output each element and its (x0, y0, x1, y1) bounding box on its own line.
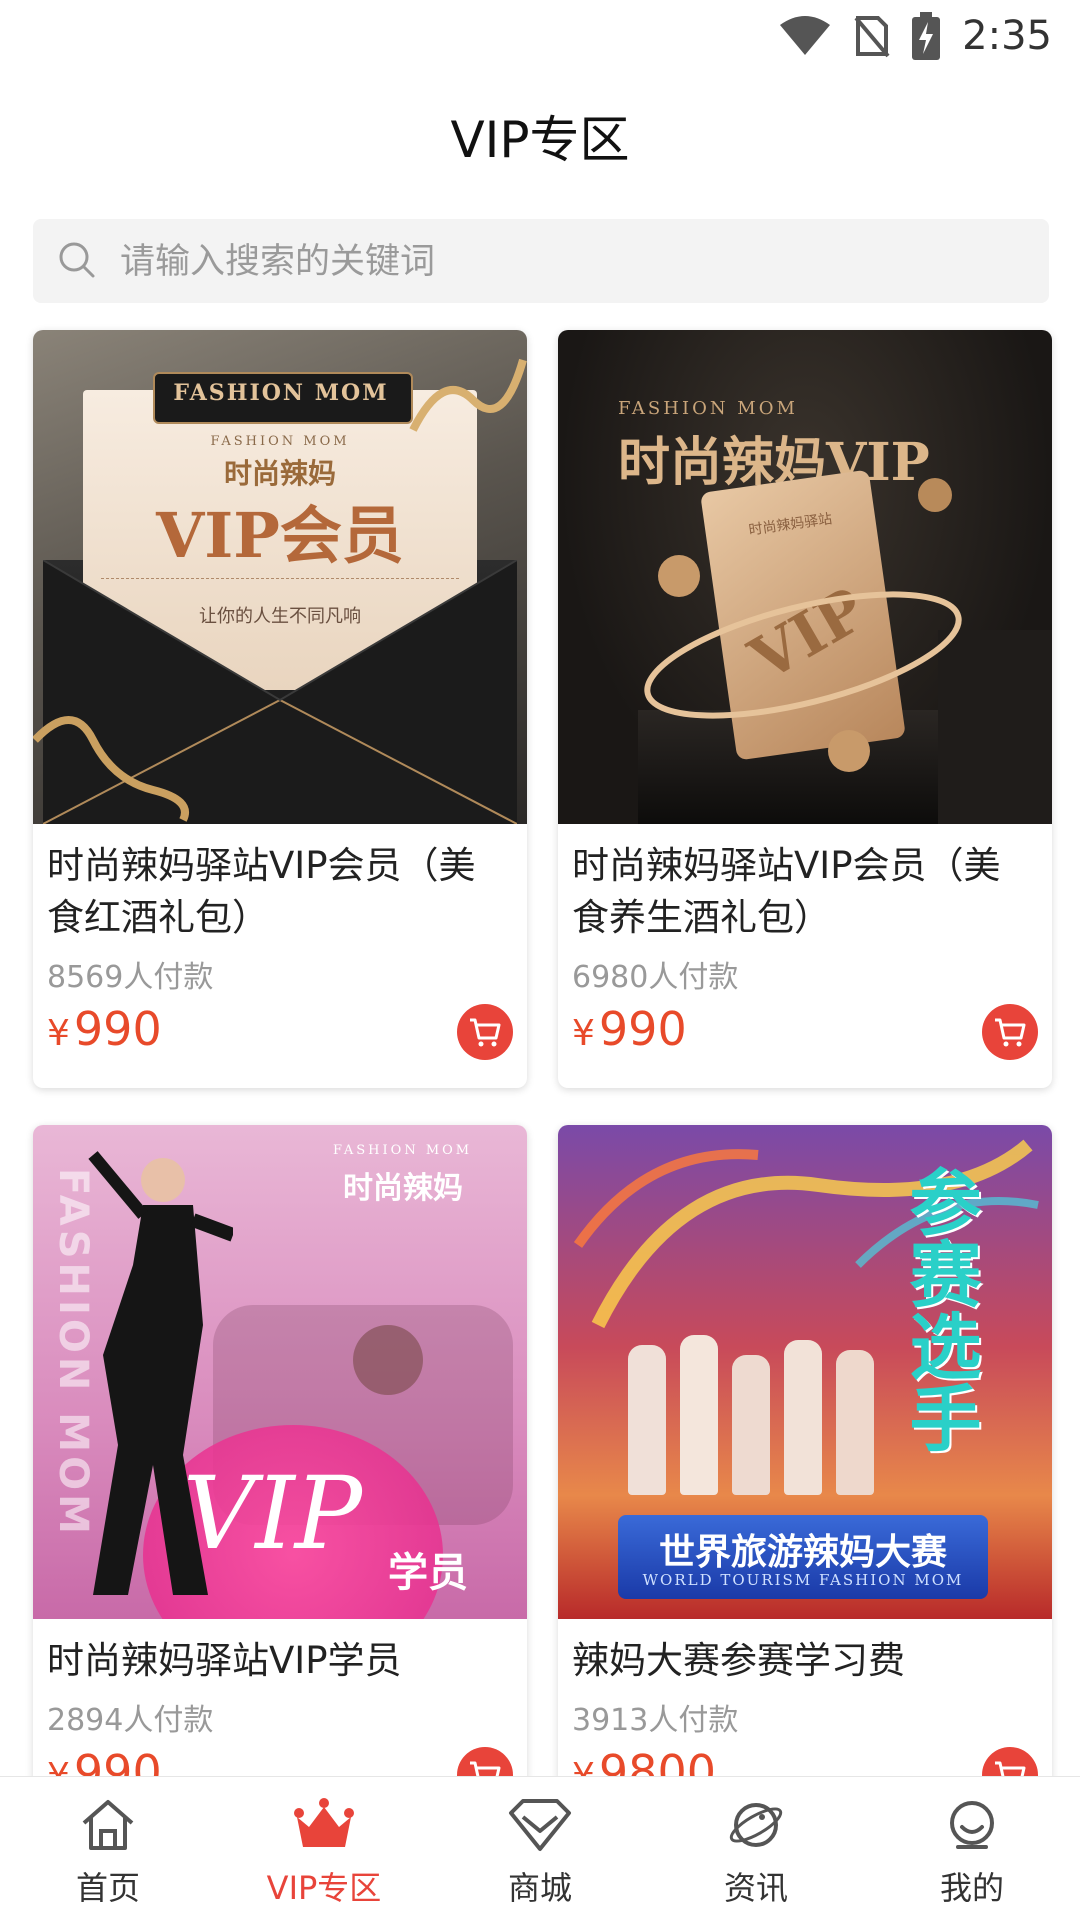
nav-label: 资讯 (723, 1869, 788, 1907)
battery-charging-icon (912, 12, 941, 60)
image-vip: VIP (183, 1455, 363, 1572)
image-brand: FASHION MOM (173, 380, 389, 406)
sales-count: 8569人付款 (47, 960, 214, 995)
image-vertical-text: 参赛选手 (897, 1165, 981, 1453)
product-image[interactable]: 参赛选手 世界旅游辣妈大赛 WORLD TOURISM FASHION MOM (558, 1125, 1052, 1619)
cart-icon (470, 1018, 501, 1047)
bottom-nav: 首页 VIP专区 商城 资讯 我的 (0, 1776, 1080, 1921)
sales-count: 2894人付款 (47, 1703, 214, 1738)
crown-icon (294, 1798, 354, 1847)
page-title: VIP专区 (450, 111, 630, 169)
sales-count: 3913人付款 (572, 1703, 739, 1738)
wifi-icon (780, 16, 831, 55)
diamond-icon (509, 1799, 571, 1851)
product-title[interactable]: 时尚辣妈驿站VIP会员（美食养生酒礼包） (572, 840, 1032, 944)
image-sub: 学员 (388, 1550, 468, 1596)
product-image[interactable]: FASHION MOM FASHION MOM 时尚辣妈 VIP 学员 (33, 1125, 527, 1619)
price-value: 990 (598, 1002, 687, 1056)
image-brand: FASHION MOM (618, 398, 798, 419)
cart-icon (995, 1018, 1026, 1047)
nav-label: VIP专区 (266, 1869, 382, 1907)
search-bar[interactable] (33, 219, 1049, 305)
product-image[interactable]: FASHION MOM FASHION MOM 时尚辣妈 VIP会员 让你的人生… (33, 330, 527, 824)
image-brand: FASHION MOM (333, 1143, 473, 1158)
add-to-cart-button[interactable] (982, 1004, 1038, 1060)
price-value: 990 (73, 1002, 162, 1056)
nav-label: 我的 (939, 1869, 1004, 1907)
nav-item-vip[interactable]: VIP专区 (216, 1777, 432, 1921)
nav-label: 商城 (507, 1869, 572, 1907)
product-price: ¥990 (47, 1002, 162, 1056)
product-title[interactable]: 辣妈大赛参赛学习费 (572, 1635, 1032, 1687)
nav-item-news[interactable]: 资讯 (648, 1777, 864, 1921)
product-title[interactable]: 时尚辣妈驿站VIP学员 (47, 1635, 507, 1687)
nav-label: 首页 (75, 1869, 140, 1907)
product-card[interactable]: FASHION MOM FASHION MOM 时尚辣妈 VIP 学员 时尚辣妈… (33, 1125, 527, 1825)
sales-count: 6980人付款 (572, 960, 739, 995)
status-bar: 2:35 (0, 0, 1080, 72)
status-time: 2:35 (962, 13, 1052, 59)
no-sim-icon (854, 16, 890, 58)
nav-item-me[interactable]: 我的 (864, 1777, 1080, 1921)
home-icon (82, 1800, 134, 1850)
product-card[interactable]: FASHION MOM FASHION MOM 时尚辣妈 VIP会员 让你的人生… (33, 330, 527, 1088)
nav-item-home[interactable]: 首页 (0, 1777, 216, 1921)
image-brand-small: FASHION MOM (210, 434, 350, 449)
product-card[interactable]: 参赛选手 世界旅游辣妈大赛 WORLD TOURISM FASHION MOM … (558, 1125, 1052, 1825)
add-to-cart-button[interactable] (457, 1004, 513, 1060)
image-banner: 世界旅游辣妈大赛 (658, 1532, 947, 1573)
product-image[interactable]: FASHION MOM 时尚辣妈VIP 时尚辣妈驿站 VIP (558, 330, 1052, 824)
user-icon (950, 1801, 994, 1849)
currency-symbol: ¥ (47, 1013, 70, 1054)
product-card[interactable]: FASHION MOM 时尚辣妈VIP 时尚辣妈驿站 VIP 时尚辣妈驿站VIP… (558, 330, 1052, 1088)
image-cn-brand: 时尚辣妈 (343, 1171, 463, 1206)
product-price: ¥990 (572, 1002, 687, 1056)
search-input[interactable] (118, 219, 1022, 305)
product-title[interactable]: 时尚辣妈驿站VIP会员（美食红酒礼包） (47, 840, 507, 944)
currency-symbol: ¥ (572, 1013, 595, 1054)
planet-icon (729, 1803, 783, 1847)
image-banner-en: WORLD TOURISM FASHION MOM (642, 1571, 964, 1589)
search-icon (59, 242, 95, 278)
nav-item-mall[interactable]: 商城 (432, 1777, 648, 1921)
